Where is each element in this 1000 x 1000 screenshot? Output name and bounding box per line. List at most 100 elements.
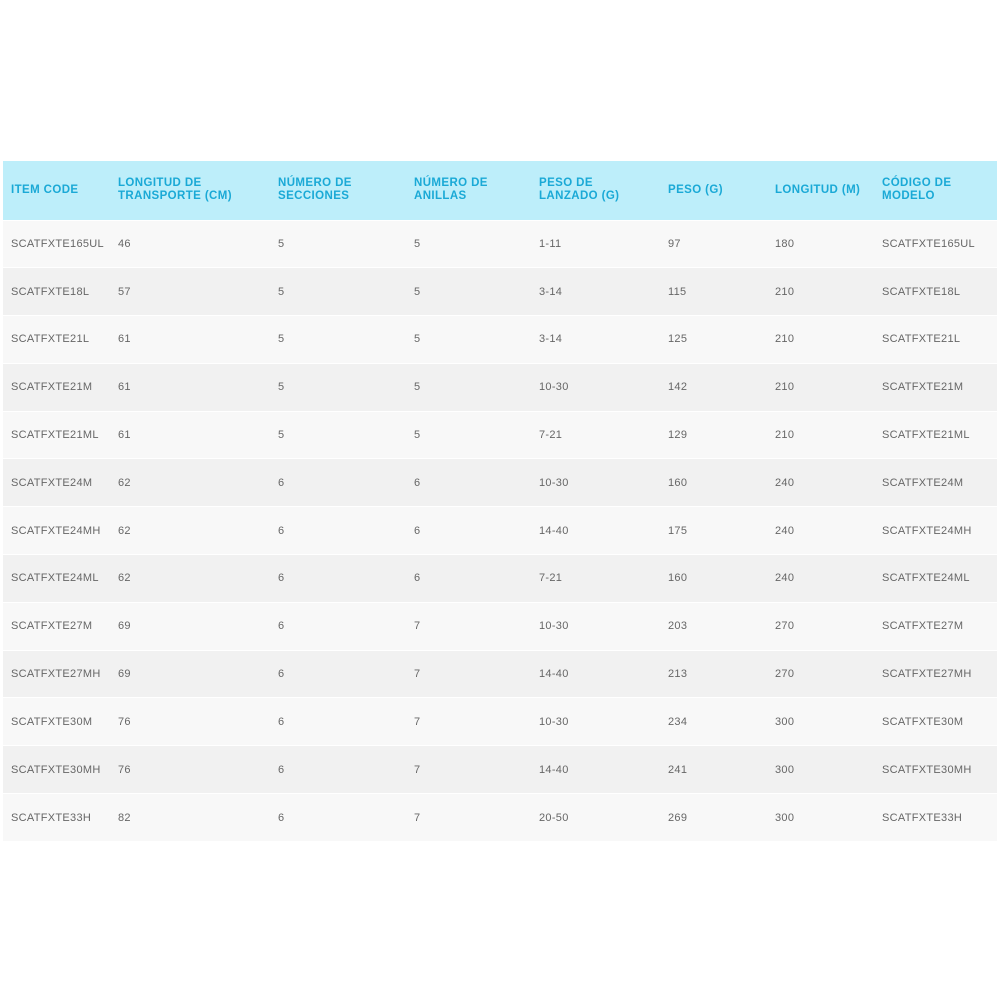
table-row: SCATFXTE33H 82 6 7 20-50 269 300 SCATFXTE33H (3, 793, 997, 842)
table-cell: 69 (118, 668, 131, 681)
table-cell: 6 (278, 668, 285, 681)
table-cell: 210 (775, 333, 795, 346)
table-row: SCATFXTE165UL 46 5 5 1-11 97 180 SCATFXTE165UL (3, 220, 997, 268)
table-cell: 6 (414, 476, 421, 489)
column-header: PESO DE LANZADO (G) (539, 177, 620, 203)
table-cell: SCATFXTE21M (11, 381, 93, 394)
table-cell: 6 (278, 763, 285, 776)
table-cell: 7 (414, 715, 421, 728)
table-body: SCATFXTE165UL 46 5 5 1-11 97 180 SCATFXTE165UL S… (3, 220, 997, 842)
table-row: SCATFXTE27M 69 6 7 10-30 203 270 SCATFXTE27M (3, 602, 997, 651)
table-cell: 14-40 (539, 763, 569, 776)
column-header: LONGITUD DE TRANSPORTE (CM) (118, 177, 232, 203)
table-cell: 62 (118, 524, 131, 537)
table-cell: 6 (278, 620, 285, 633)
table-cell: 7 (414, 763, 421, 776)
table-cell: SCATFXTE27M (882, 620, 964, 633)
table-cell: SCATFXTE18L (11, 285, 90, 298)
table-cell: 240 (775, 476, 795, 489)
table-cell: 20-50 (539, 811, 569, 824)
table-cell: SCATFXTE30MH (882, 763, 972, 776)
table-cell: SCATFXTE24MH (11, 524, 101, 537)
table-cell: 1-11 (539, 237, 562, 250)
table-cell: 213 (668, 668, 688, 681)
table-cell: SCATFXTE30M (11, 715, 93, 728)
table-cell: 210 (775, 429, 795, 442)
table-cell: 6 (278, 811, 285, 824)
table-cell: 61 (118, 429, 131, 442)
table-cell: SCATFXTE18L (882, 285, 961, 298)
table-cell: SCATFXTE33H (882, 811, 963, 824)
table-cell: 62 (118, 476, 131, 489)
table-cell: 160 (668, 476, 688, 489)
table-cell: 6 (278, 572, 285, 585)
table-cell: 129 (668, 429, 688, 442)
table-cell: 270 (775, 668, 795, 681)
table-cell: 14-40 (539, 668, 569, 681)
table-cell: SCATFXTE24M (882, 476, 964, 489)
table-row: SCATFXTE21M 61 5 5 10-30 142 210 SCATFXTE21M (3, 363, 997, 412)
table-cell: SCATFXTE27MH (11, 668, 101, 681)
table-cell: 210 (775, 285, 795, 298)
table-cell: SCATFXTE24ML (882, 572, 970, 585)
table-cell: 6 (278, 715, 285, 728)
table-cell: 6 (414, 524, 421, 537)
table-cell: 6 (278, 476, 285, 489)
table-cell: 7 (414, 811, 421, 824)
table-cell: 61 (118, 333, 131, 346)
table-cell: 76 (118, 715, 131, 728)
table-cell: 5 (278, 333, 285, 346)
table-cell: 82 (118, 811, 131, 824)
table-cell: 180 (775, 237, 795, 250)
table-cell: 5 (278, 381, 285, 394)
table-cell: 7 (414, 620, 421, 633)
table-cell: 5 (414, 285, 421, 298)
spec-table: ITEM CODE LONGITUD DE TRANSPORTE (CM) NÚME… (3, 161, 997, 842)
table-cell: 270 (775, 620, 795, 633)
table-cell: 5 (414, 333, 421, 346)
table-row: SCATFXTE21ML 61 5 5 7-21 129 210 SCATFXTE21ML (3, 411, 997, 459)
table-cell: 241 (668, 763, 688, 776)
table-row: SCATFXTE21L 61 5 5 3-14 125 210 SCATFXTE21L (3, 315, 997, 364)
table-cell: 10-30 (539, 715, 569, 728)
table-cell: 5 (414, 381, 421, 394)
column-header: LONGITUD (M) (775, 183, 861, 196)
table-cell: 76 (118, 763, 131, 776)
column-header: NÚMERO DE SECCIONES (278, 177, 352, 203)
table-cell: 5 (414, 237, 421, 250)
table-cell: SCATFXTE33H (11, 811, 92, 824)
table-cell: 57 (118, 285, 131, 298)
table-cell: 7-21 (539, 572, 563, 585)
table-cell: 234 (668, 715, 688, 728)
table-cell: 6 (278, 524, 285, 537)
table-row: SCATFXTE24M 62 6 6 10-30 160 240 SCATFXTE24M (3, 458, 997, 507)
table-cell: 7 (414, 668, 421, 681)
column-header: NÚMERO DE ANILLAS (414, 177, 488, 203)
table-cell: 14-40 (539, 524, 569, 537)
column-header: CÓDIGO DE MODELO (882, 177, 952, 203)
table-cell: 300 (775, 763, 795, 776)
table-cell: SCATFXTE21ML (882, 429, 970, 442)
table-cell: 10-30 (539, 381, 569, 394)
table-cell: 46 (118, 237, 131, 250)
table-cell: 3-14 (539, 285, 563, 298)
table-row: SCATFXTE24ML 62 6 6 7-21 160 240 SCATFXTE24ML (3, 554, 997, 603)
table-cell: 160 (668, 572, 688, 585)
table-cell: 125 (668, 333, 688, 346)
table-cell: SCATFXTE21L (882, 333, 961, 346)
table-cell: SCATFXTE27M (11, 620, 93, 633)
table-cell: 240 (775, 524, 795, 537)
table-cell: 300 (775, 715, 795, 728)
table-cell: 142 (668, 381, 688, 394)
table-cell: 203 (668, 620, 688, 633)
table-cell: 61 (118, 381, 131, 394)
table-cell: 6 (414, 572, 421, 585)
table-cell: SCATFXTE24ML (11, 572, 99, 585)
table-cell: 5 (278, 237, 285, 250)
table-header: ITEM CODE LONGITUD DE TRANSPORTE (CM) NÚME… (3, 161, 997, 220)
table-cell: 5 (278, 429, 285, 442)
column-header: ITEM CODE (11, 183, 79, 196)
table-cell: 5 (278, 285, 285, 298)
table-row: SCATFXTE24MH 62 6 6 14-40 175 240 SCATFXTE24MH (3, 506, 997, 555)
table-cell: SCATFXTE30M (882, 715, 964, 728)
